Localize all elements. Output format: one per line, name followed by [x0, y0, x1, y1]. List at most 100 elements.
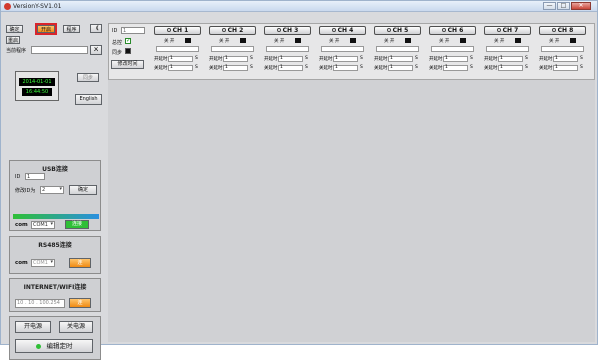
on-delay-field[interactable]: 1 — [168, 56, 193, 62]
power-on-button[interactable]: 开电源 — [15, 321, 51, 333]
channel-name-field[interactable] — [266, 46, 309, 52]
channel-name-field[interactable] — [486, 46, 529, 52]
edit-schedule-button[interactable]: 编辑定时 — [15, 339, 93, 353]
channel-state-indicator[interactable] — [240, 38, 246, 43]
channel-name: CH 5 — [392, 27, 409, 34]
off-delay-row: 关延时 1 S — [539, 65, 586, 72]
channel-name-field[interactable] — [156, 46, 199, 52]
channel-state-indicator[interactable] — [405, 38, 411, 43]
on-delay-field[interactable]: 1 — [553, 56, 578, 62]
off-delay-field[interactable]: 1 — [333, 65, 358, 71]
channel-5-button[interactable]: CH 5 — [374, 26, 421, 35]
confirm-top-button[interactable]: 确定 — [6, 25, 23, 33]
rs485-connect-button[interactable]: 连 — [69, 258, 91, 268]
master-checkbox[interactable]: ✓ — [125, 38, 131, 44]
off-delay-field[interactable]: 1 — [498, 65, 523, 71]
on-delay-field[interactable]: 1 — [443, 56, 468, 62]
restart-button[interactable]: 重启 — [6, 36, 20, 44]
maximize-button[interactable]: □ — [557, 2, 570, 10]
channel-name-field[interactable] — [431, 46, 474, 52]
off-delay-field[interactable]: 1 — [443, 65, 468, 71]
channel-6-button[interactable]: CH 6 — [429, 26, 476, 35]
channel-state-indicator[interactable] — [515, 38, 521, 43]
pin-button[interactable]: ㄨ — [90, 45, 102, 55]
on-delay-field[interactable]: 1 — [333, 56, 358, 62]
com2-label: com — [15, 260, 28, 266]
modify-time-button[interactable]: 修改时间 — [111, 60, 144, 69]
on-delay-unit: S — [415, 56, 418, 61]
channel-2-button[interactable]: CH 2 — [209, 26, 256, 35]
channel-1-button[interactable]: CH 1 — [154, 26, 201, 35]
close-button[interactable]: ✕ — [571, 2, 591, 10]
off-delay-field[interactable]: 1 — [388, 65, 413, 71]
sync-label: 同步 — [112, 50, 123, 56]
channel-toggle-label: 关 开 — [494, 39, 505, 44]
radio-icon — [331, 28, 336, 32]
on-delay-field[interactable]: 1 — [388, 56, 413, 62]
channel-name-field[interactable] — [376, 46, 419, 52]
collapse-button[interactable]: 《 — [90, 24, 102, 33]
channel-7-button[interactable]: CH 7 — [484, 26, 531, 35]
off-delay-unit: S — [525, 65, 528, 70]
channel-4: CH 4关 开开延时 1 S 关延时 1 S — [319, 26, 366, 79]
on-delay-label: 开延时 — [264, 57, 278, 62]
channel-name: CH 1 — [172, 27, 189, 34]
channel-4-button[interactable]: CH 4 — [319, 26, 366, 35]
english-button[interactable]: English — [75, 94, 102, 105]
confirm-id-button[interactable]: 确定 — [69, 185, 97, 195]
on-delay-label: 开延时 — [429, 57, 443, 62]
program-button[interactable]: 程序 — [63, 25, 80, 33]
channel-state-indicator[interactable] — [350, 38, 356, 43]
ip-field[interactable]: 10 . 10 . 100.254 — [15, 299, 65, 308]
channel-state-indicator[interactable] — [185, 38, 191, 43]
channel-name-field[interactable] — [211, 46, 254, 52]
off-delay-label: 关延时 — [539, 66, 553, 71]
edit-schedule-label: 编辑定时 — [46, 342, 73, 350]
off-delay-field[interactable]: 1 — [223, 65, 248, 71]
channel-name-field[interactable] — [321, 46, 364, 52]
channel-toggle-label: 关 开 — [274, 39, 285, 44]
on-delay-unit: S — [250, 56, 253, 61]
title-bar: VersionY-SV1.01 — □ ✕ — [1, 1, 597, 12]
id-column: ID 1 总控 ✓ 同步 修改时间 — [111, 26, 147, 79]
on-delay-field[interactable]: 1 — [498, 56, 523, 62]
off-delay-label: 关延时 — [374, 66, 388, 71]
channel-state-indicator[interactable] — [570, 38, 576, 43]
off-delay-field[interactable]: 1 — [553, 65, 578, 71]
internet-connect-button[interactable]: 连 — [69, 298, 91, 308]
on-delay-field[interactable]: 1 — [278, 56, 303, 62]
current-program-field[interactable] — [31, 46, 88, 54]
channel-5: CH 5关 开开延时 1 S 关延时 1 S — [374, 26, 421, 79]
off-delay-label: 关延时 — [429, 66, 443, 71]
channel-name-field[interactable] — [541, 46, 584, 52]
channel-8-button[interactable]: CH 8 — [539, 26, 586, 35]
off-delay-label: 关延时 — [484, 66, 498, 71]
channel-state-indicator[interactable] — [460, 38, 466, 43]
on-delay-row: 开延时 1 S — [429, 56, 476, 63]
on-delay-label: 开延时 — [539, 57, 553, 62]
off-delay-field[interactable]: 1 — [278, 65, 303, 71]
app-icon — [4, 3, 11, 10]
status-bar — [13, 214, 99, 219]
sync-checkbox[interactable] — [125, 48, 131, 54]
radio-icon — [166, 28, 171, 32]
usb-id-field[interactable]: 1 — [25, 173, 45, 180]
usb-connect-button[interactable]: 连接 — [65, 220, 89, 229]
power-off-button[interactable]: 关电源 — [59, 321, 93, 333]
main-id-field[interactable]: 1 — [121, 27, 145, 34]
open-button[interactable]: 开启 — [35, 23, 57, 35]
channel-7: CH 7关 开开延时 1 S 关延时 1 S — [484, 26, 531, 79]
change-id-select[interactable]: 2 — [40, 186, 64, 194]
id-label: ID — [15, 174, 21, 180]
sync-button[interactable]: 同步 — [77, 73, 99, 82]
channel-toggle-label: 关 开 — [549, 39, 560, 44]
minimize-button[interactable]: — — [543, 2, 556, 10]
channel-state-indicator[interactable] — [295, 38, 301, 43]
on-delay-unit: S — [525, 56, 528, 61]
com-select[interactable]: COM1 — [31, 221, 55, 229]
on-delay-field[interactable]: 1 — [223, 56, 248, 62]
rs485-com-select[interactable]: COM1 — [31, 259, 55, 267]
off-delay-field[interactable]: 1 — [168, 65, 193, 71]
off-delay-unit: S — [195, 65, 198, 70]
channel-3-button[interactable]: CH 3 — [264, 26, 311, 35]
